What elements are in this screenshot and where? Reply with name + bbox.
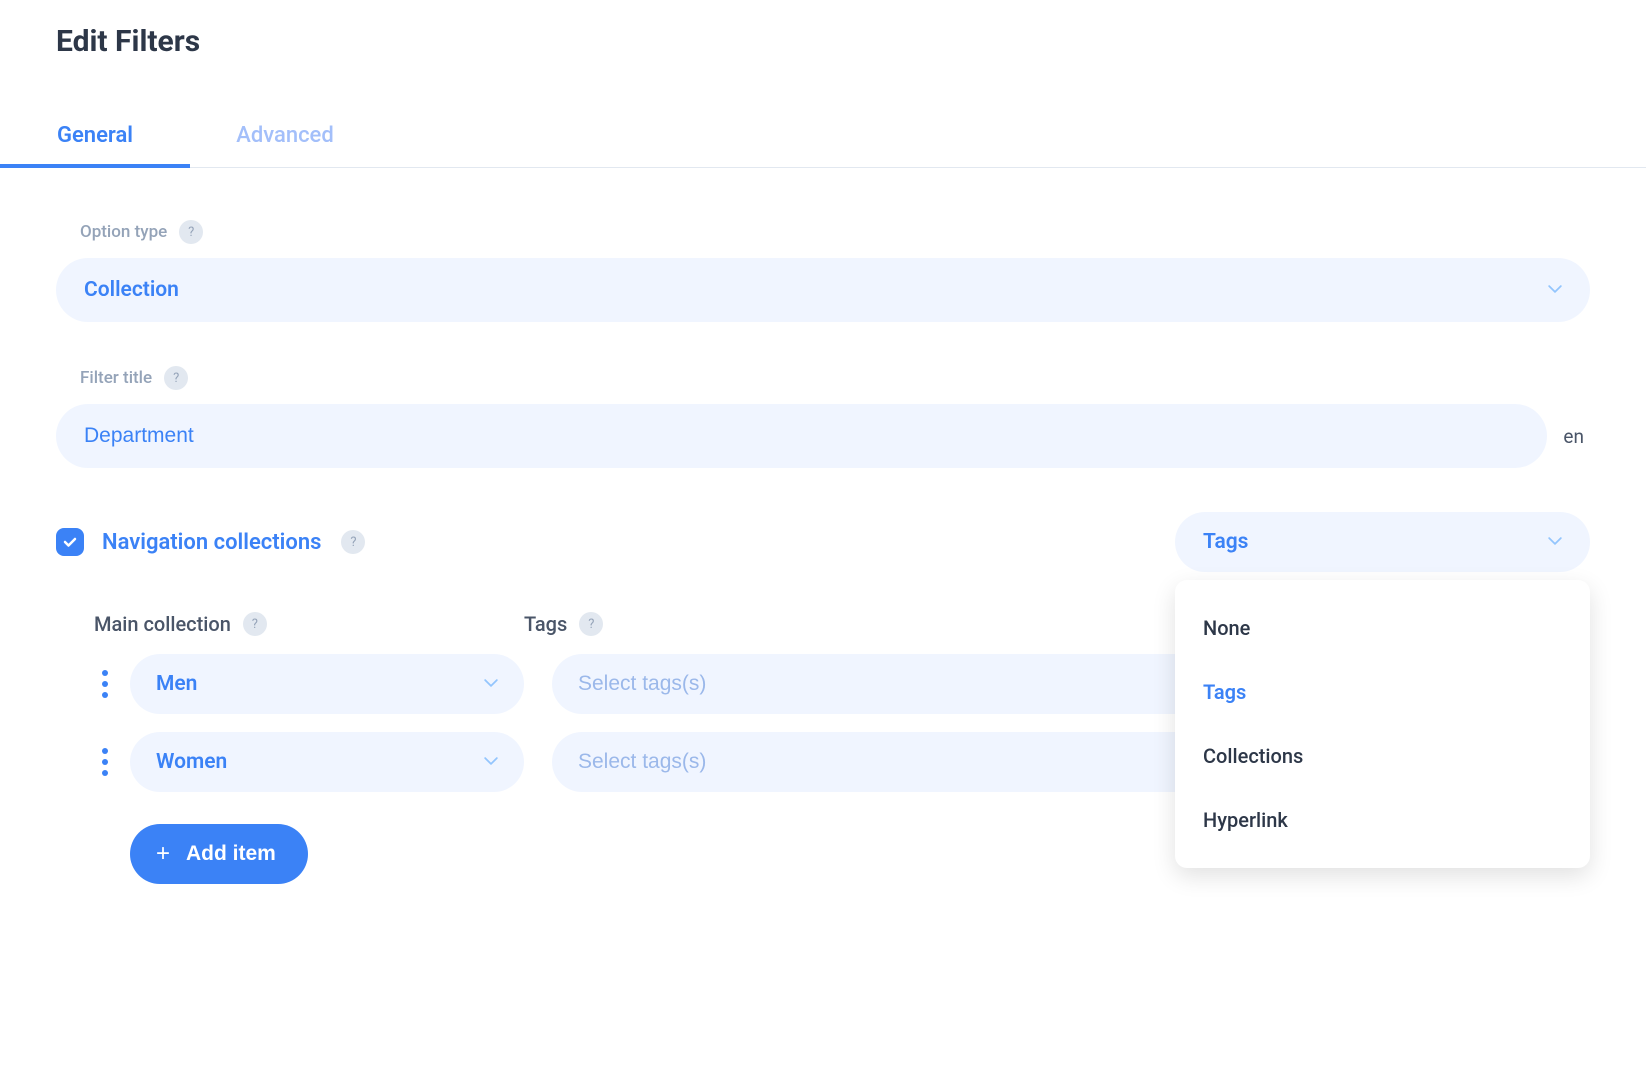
nav-collections-label: Navigation collections (102, 530, 321, 555)
chevron-down-icon (1548, 282, 1562, 298)
drag-handle-icon[interactable] (94, 748, 130, 776)
option-type-select[interactable]: Collection (56, 258, 1590, 322)
dropdown-item-tags[interactable]: Tags (1175, 660, 1590, 724)
subcollection-type-value: Tags (1203, 530, 1248, 554)
tab-general[interactable]: General (0, 107, 190, 168)
main-collection-select[interactable]: Men (130, 654, 524, 714)
filter-title-label: Filter title (80, 368, 152, 388)
drag-handle-icon[interactable] (94, 670, 130, 698)
plus-icon: + (156, 842, 170, 866)
language-code: en (1563, 425, 1590, 448)
help-icon[interactable]: ? (341, 530, 365, 554)
option-type-label: Option type (80, 222, 167, 242)
main-collection-select[interactable]: Women (130, 732, 524, 792)
chevron-down-icon (484, 754, 498, 770)
dropdown-item-hyperlink[interactable]: Hyperlink (1175, 788, 1590, 852)
add-item-button[interactable]: + Add item (130, 824, 308, 884)
check-icon (62, 534, 78, 550)
tab-advanced[interactable]: Advanced (190, 107, 380, 167)
add-item-label: Add item (186, 842, 276, 866)
subcollection-type-select[interactable]: Tags (1175, 512, 1590, 572)
option-type-value: Collection (84, 278, 179, 302)
chevron-down-icon (1548, 534, 1562, 550)
main-collection-value: Men (156, 672, 197, 696)
help-icon[interactable]: ? (579, 612, 603, 636)
nav-collections-checkbox[interactable] (56, 528, 84, 556)
tabs-container: General Advanced (0, 107, 1646, 168)
help-icon[interactable]: ? (179, 220, 203, 244)
chevron-down-icon (484, 676, 498, 692)
subcollection-dropdown-menu: None Tags Collections Hyperlink (1175, 580, 1590, 868)
help-icon[interactable]: ? (243, 612, 267, 636)
filter-title-input[interactable] (56, 404, 1547, 468)
dropdown-item-none[interactable]: None (1175, 596, 1590, 660)
help-icon[interactable]: ? (164, 366, 188, 390)
main-collection-value: Women (156, 750, 227, 774)
page-title: Edit Filters (0, 24, 1646, 59)
tags-header: Tags (524, 612, 567, 636)
main-collection-header: Main collection (94, 612, 231, 636)
dropdown-item-collections[interactable]: Collections (1175, 724, 1590, 788)
